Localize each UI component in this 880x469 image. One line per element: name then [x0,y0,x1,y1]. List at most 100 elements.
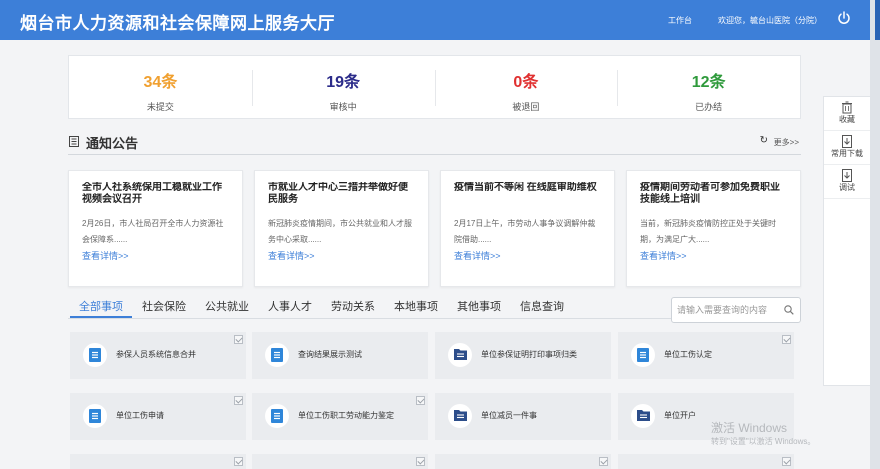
search-icon[interactable] [784,305,794,315]
card-title[interactable]: 疫情期间劳动者可参加免费职业技能线上培训 [640,182,787,208]
notice-cards: 全市人社系统保用工稳就业工作视频会议召开 2月26日，市人社局召开全市人力资源社… [68,170,801,287]
stat-value: 34条 [143,74,178,91]
service-tile[interactable]: 单位减员一件事 [435,393,611,440]
card-title[interactable]: 疫情当前不等闲 在线庭审助维权 [454,182,601,208]
stat-returned[interactable]: 0条 被退回 [434,56,618,118]
document-icon [265,404,289,428]
favorite-checkbox[interactable] [234,396,243,405]
favorite-checkbox[interactable] [599,457,608,466]
card-detail-link[interactable]: 查看详情>> [640,249,787,262]
notice-icon [69,136,79,147]
card-summary: 2月26日，市人社局召开全市人力资源社会保障系...... [82,219,224,244]
favorite-checkbox[interactable] [234,335,243,344]
activation-watermark-sub: 转到"设置"以激活 Windows。 [711,437,816,446]
favorite-checkbox[interactable] [416,457,425,466]
service-tile[interactable]: 单位工伤认定 [618,332,794,379]
service-label: 查询结果展示测试 [298,350,362,359]
stat-label: 审核中 [329,102,357,112]
card-detail-link[interactable]: 查看详情>> [454,249,601,262]
site-title: 烟台市人力资源和社会保障网上服务大厅 [20,14,335,33]
stat-unsubmitted[interactable]: 34条 未提交 [69,56,252,118]
tab-info-query[interactable]: 信息查询 [520,298,564,314]
card-detail-link[interactable]: 查看详情>> [268,249,415,262]
service-label: 单位减员一件事 [481,411,537,420]
debug-icon [842,169,852,182]
service-label: 参保人员系统信息合并 [116,350,196,359]
stat-label: 被退回 [512,102,540,112]
search-input[interactable] [677,299,785,321]
tool-label: 调试 [839,183,855,192]
debug-button[interactable]: 调试 [824,165,870,199]
service-tile[interactable] [618,454,794,469]
welcome-user[interactable]: 欢迎您，毓台山医院（分院） [718,15,822,26]
favorites-button[interactable]: 收藏 [824,97,870,131]
folder-icon [448,404,472,428]
folder-icon [631,404,655,428]
document-icon [83,343,107,367]
stat-value: 0条 [513,74,539,91]
notice-card[interactable]: 疫情当前不等闲 在线庭审助维权 2月17日上午，市劳动人事争议调解仲裁院借助..… [440,170,615,287]
notice-card[interactable]: 市就业人才中心三措并举做好便民服务 新冠肺炎疫情期间，市公共就业和人才服务中心采… [254,170,429,287]
notice-header: 通知公告 ↻ 更多>> [68,131,801,155]
service-label: 单位参保证明打印事项归类 [481,350,577,359]
service-tile[interactable]: 参保人员系统信息合并 [70,332,246,379]
workbench-link[interactable]: 工作台 [668,15,692,26]
card-detail-link[interactable]: 查看详情>> [82,249,229,262]
window-edge [870,0,880,469]
search-box[interactable] [671,297,801,323]
card-summary: 当前，新冠肺炎疫情防控正处于关键时期，为满足广大...... [640,219,776,244]
stat-value: 12条 [691,74,726,91]
favorite-checkbox[interactable] [782,457,791,466]
tab-social-insurance[interactable]: 社会保险 [142,298,186,314]
card-summary: 2月17日上午，市劳动人事争议调解仲裁院借助...... [454,219,596,244]
refresh-icon[interactable]: ↻ [760,135,768,146]
stat-completed[interactable]: 12条 已办结 [617,56,800,118]
card-title[interactable]: 全市人社系统保用工稳就业工作视频会议召开 [82,182,229,208]
document-icon [83,404,107,428]
service-tile[interactable]: 查询结果展示测试 [252,332,428,379]
tab-local-items[interactable]: 本地事项 [394,298,438,314]
service-tile[interactable] [70,454,246,469]
stat-label: 已办结 [695,102,723,112]
folder-icon [448,343,472,367]
tab-public-employment[interactable]: 公共就业 [205,298,249,314]
service-tile[interactable]: 单位工伤职工劳动能力鉴定 [252,393,428,440]
service-tile[interactable] [252,454,428,469]
tool-label: 收藏 [839,115,855,124]
service-tile[interactable] [435,454,611,469]
service-tile[interactable]: 单位工伤申请 [70,393,246,440]
service-label: 单位工伤认定 [664,350,712,359]
tab-personnel-talent[interactable]: 人事人才 [268,298,312,314]
download-icon [842,135,852,148]
card-summary: 新冠肺炎疫情期间，市公共就业和人才服务中心采取...... [268,219,412,244]
tab-other-items[interactable]: 其他事项 [457,298,501,314]
side-toolbar: 收藏 常用下载 调试 [823,96,870,386]
favorite-checkbox[interactable] [234,457,243,466]
favorite-checkbox[interactable] [416,396,425,405]
notice-card[interactable]: 疫情期间劳动者可参加免费职业技能线上培训 当前，新冠肺炎疫情防控正处于关键时期，… [626,170,801,287]
document-icon [265,343,289,367]
more-link[interactable]: 更多>> [774,137,799,148]
stats-panel: 34条 未提交 19条 审核中 0条 被退回 12条 已办结 [68,55,801,119]
service-label: 单位工伤申请 [116,411,164,420]
service-label: 单位开户 [664,411,696,420]
notice-card[interactable]: 全市人社系统保用工稳就业工作视频会议召开 2月26日，市人社局召开全市人力资源社… [68,170,243,287]
service-label: 单位工伤职工劳动能力鉴定 [298,411,394,420]
tab-all[interactable]: 全部事项 [79,298,123,314]
tool-label: 常用下载 [831,149,863,158]
service-tile[interactable]: 单位参保证明打印事项归类 [435,332,611,379]
category-tabs: 全部事项 社会保险 公共就业 人事人才 劳动关系 本地事项 其他事项 信息查询 [68,294,668,320]
stat-reviewing[interactable]: 19条 审核中 [251,56,435,118]
card-title[interactable]: 市就业人才中心三措并举做好便民服务 [268,182,415,208]
stat-value: 19条 [326,74,361,91]
notice-title: 通知公告 [86,136,139,151]
tab-labor-relations[interactable]: 劳动关系 [331,298,375,314]
activation-watermark: 激活 Windows [711,421,788,435]
document-icon [631,343,655,367]
downloads-button[interactable]: 常用下载 [824,131,870,165]
favorite-checkbox[interactable] [782,335,791,344]
top-header: 烟台市人力资源和社会保障网上服务大厅 工作台 欢迎您，毓台山医院（分院） [0,0,870,40]
stat-label: 未提交 [146,102,174,112]
power-icon[interactable] [836,10,852,26]
trash-icon [842,101,852,114]
